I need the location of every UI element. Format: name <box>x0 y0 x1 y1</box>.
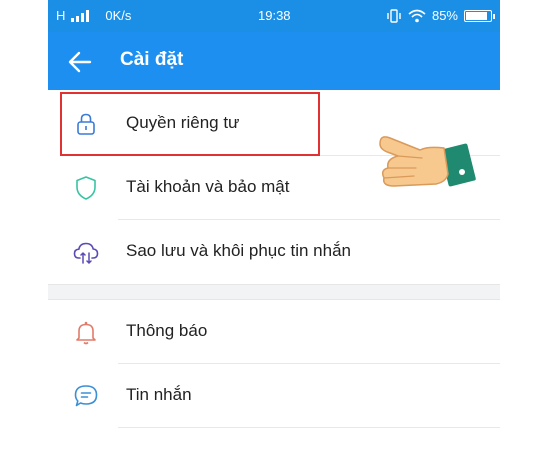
settings-list: Quyền riêng tư Tài khoản và bảo mật Sao … <box>48 92 500 450</box>
battery-percent: 85% <box>431 8 458 23</box>
settings-item-label: Quyền riêng tư <box>126 113 240 132</box>
partial-icon <box>72 442 100 450</box>
settings-item-label: Tin nhắn <box>126 385 192 404</box>
phone-screen: H 0K/s 19:38 85% Cài đặt Quyền riêng tư … <box>48 0 500 450</box>
settings-item-label: Sao lưu và khôi phục tin nhắn <box>126 241 351 260</box>
section-separator <box>48 284 500 300</box>
vibrate-icon <box>387 8 401 23</box>
status-right: 85% <box>386 8 495 23</box>
app-bar: Cài đặt <box>48 32 500 90</box>
status-left: H 0K/s <box>56 8 131 23</box>
settings-item-partial[interactable] <box>48 428 500 450</box>
chat-bubble-icon <box>72 382 100 410</box>
battery-icon <box>464 9 495 22</box>
arrow-left-icon <box>68 51 92 73</box>
status-bar: H 0K/s 19:38 85% <box>48 0 500 32</box>
page-title: Cài đặt <box>120 49 184 70</box>
signal-icon <box>71 9 90 22</box>
shield-icon <box>72 174 100 202</box>
settings-item-backup-restore[interactable]: Sao lưu và khôi phục tin nhắn <box>48 220 500 284</box>
network-speed: 0K/s <box>105 8 132 23</box>
settings-item-notifications[interactable]: Thông báo <box>48 300 500 364</box>
cloud-sync-icon <box>72 238 100 266</box>
wifi-icon <box>408 9 426 22</box>
back-button[interactable] <box>66 48 94 76</box>
bell-icon <box>72 318 100 346</box>
lock-icon <box>72 110 100 138</box>
settings-item-account-security[interactable]: Tài khoản và bảo mật <box>48 156 500 220</box>
settings-item-messages[interactable]: Tin nhắn <box>48 364 500 428</box>
settings-item-privacy[interactable]: Quyền riêng tư <box>48 92 500 156</box>
settings-item-label: Thông báo <box>126 321 208 340</box>
status-time: 19:38 <box>258 8 291 23</box>
settings-item-label: Tài khoản và bảo mật <box>126 177 290 196</box>
network-type: H <box>56 8 66 23</box>
